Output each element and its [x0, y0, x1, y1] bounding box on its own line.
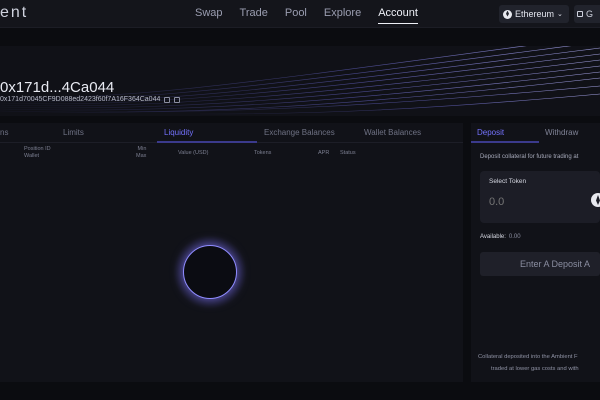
wallet-icon	[577, 11, 583, 17]
available-label: Available:	[480, 234, 506, 240]
tab-withdraw[interactable]: Withdraw	[545, 128, 578, 137]
main-nav: Swap Trade Pool Explore Account	[195, 7, 435, 24]
column-value: Value (USD)	[178, 150, 209, 156]
select-token-label: Select Token	[489, 178, 527, 185]
network-selector[interactable]: Ethereum ⌄	[499, 5, 569, 23]
token-select-card: Select Token	[480, 171, 600, 223]
tab-deposit[interactable]: Deposit	[477, 128, 504, 137]
available-value: 0.00	[508, 234, 521, 240]
deposit-description: Deposit collateral for future trading at	[480, 154, 579, 160]
chevron-down-icon: ⌄	[557, 11, 563, 18]
column-header-position: Position ID Wallet	[24, 146, 51, 160]
spinner-ring	[183, 245, 237, 299]
nav-pool[interactable]: Pool	[285, 7, 307, 24]
tab-limits[interactable]: Limits	[63, 128, 84, 137]
active-tab-indicator	[471, 141, 539, 143]
deposit-button[interactable]: Enter A Deposit A	[480, 252, 600, 276]
tab-wallet-balances[interactable]: Wallet Balances	[364, 128, 421, 137]
wallet-label: G	[586, 9, 594, 19]
external-link-icon[interactable]	[174, 96, 181, 103]
deposit-amount-input[interactable]	[489, 196, 569, 208]
account-address-full-row: 0x171d70045CF9D088ed2423f60f7A16F364Ca04…	[0, 96, 181, 103]
nav-swap[interactable]: Swap	[195, 7, 223, 24]
deposit-footer-line-2: traded at lower gas costs and with	[491, 366, 579, 372]
wallet-button[interactable]: G	[574, 5, 600, 23]
column-wallet: Wallet	[24, 153, 40, 159]
app-logo[interactable]: ent	[0, 4, 28, 22]
deposit-footer-line-1: Collateral deposited into the Ambient F	[478, 354, 578, 360]
network-label: Ethereum	[515, 9, 555, 19]
loading-spinner	[173, 235, 247, 309]
column-apr: APR	[318, 150, 330, 156]
column-min: Min	[137, 146, 147, 152]
positions-tabs: ns Limits Liquidity Exchange Balances Wa…	[0, 123, 463, 143]
tab-exchange-balances[interactable]: Exchange Balances	[264, 128, 335, 137]
active-tab-indicator	[157, 141, 257, 143]
nav-trade[interactable]: Trade	[240, 7, 268, 24]
column-status: Status	[340, 150, 356, 156]
nav-account[interactable]: Account	[378, 7, 418, 24]
tab-liquidity[interactable]: Liquidity	[164, 128, 193, 137]
tab-transactions[interactable]: ns	[0, 128, 8, 137]
ethereum-icon	[503, 9, 512, 19]
nav-explore[interactable]: Explore	[324, 7, 361, 24]
column-tokens: Tokens	[254, 150, 272, 156]
available-balance: Available: 0.00	[480, 234, 521, 240]
deposit-panel: Deposit Withdraw Deposit collateral for …	[471, 123, 600, 382]
account-address-short: 0x171d...4Ca044	[0, 79, 115, 96]
positions-panel: ns Limits Liquidity Exchange Balances Wa…	[0, 123, 463, 382]
column-position-id: Position ID	[24, 146, 51, 152]
token-select-ethereum-icon[interactable]	[591, 193, 600, 207]
top-navigation-bar: ent Swap Trade Pool Explore Account Ethe…	[0, 0, 600, 28]
account-address-full: 0x171d70045CF9D088ed2423f60f7A16F364Ca04…	[0, 96, 161, 103]
copy-icon[interactable]	[164, 96, 171, 103]
column-max: Max	[136, 153, 147, 159]
column-header-range: Min Max	[136, 146, 146, 160]
